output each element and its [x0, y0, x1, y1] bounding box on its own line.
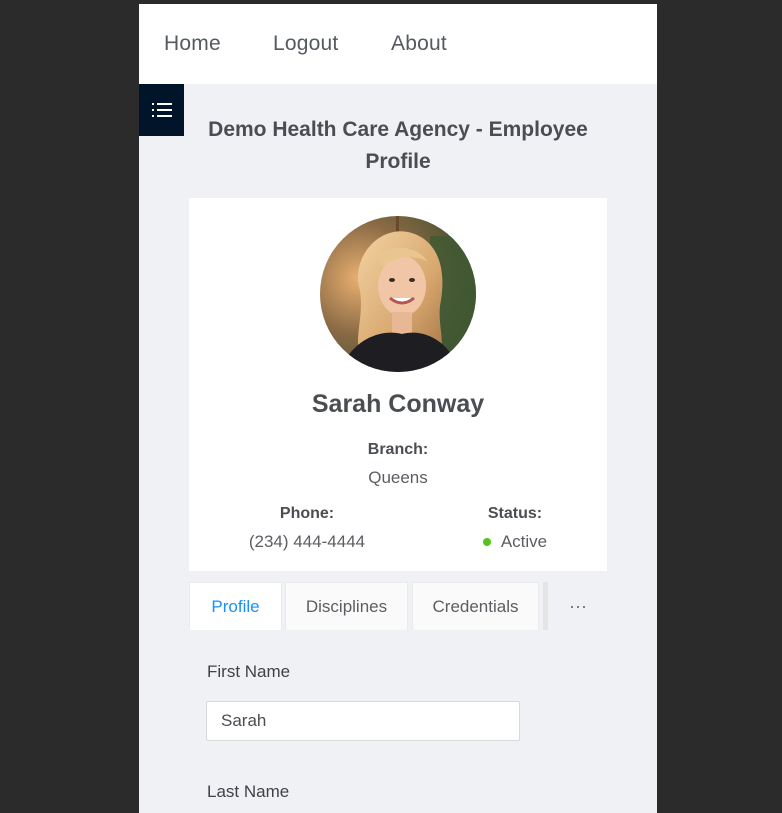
tab-scroll-edge [543, 582, 548, 630]
status-value: Active [500, 532, 548, 551]
status-dot-icon [482, 537, 491, 546]
avatar-photo [320, 216, 476, 372]
avatar [320, 216, 476, 372]
tab-disciplines[interactable]: Disciplines [285, 582, 408, 630]
status-label: Status: [487, 505, 543, 522]
first-name-input[interactable] [206, 701, 520, 741]
sidebar-toggle-button[interactable] [139, 84, 184, 136]
tab-credentials[interactable]: Credentials [412, 582, 539, 630]
first-name-label: First Name [207, 662, 291, 681]
branch-value: Queens [368, 468, 428, 487]
profile-tabs: Profile Disciplines Credentials ··· [189, 582, 607, 630]
menu-list-icon [151, 103, 172, 117]
nav-about-link[interactable]: About [391, 32, 447, 56]
phone-label: Phone: [279, 505, 335, 522]
tab-disciplines-label: Disciplines [305, 596, 388, 616]
nav-logout-link[interactable]: Logout [273, 32, 338, 56]
app-frame: Home Logout About Demo Health Care Agenc… [139, 4, 657, 813]
phone-value: (234) 444-4444 [248, 532, 366, 551]
tab-profile[interactable]: Profile [189, 582, 282, 630]
ellipsis-icon: ··· [569, 595, 587, 616]
profile-card: Sarah Conway Branch: Queens Phone: (234)… [189, 198, 607, 571]
more-tabs-button[interactable]: ··· [549, 582, 607, 630]
top-navigation: Home Logout About [139, 4, 657, 84]
employee-name: Sarah Conway [311, 390, 485, 418]
branch-label: Branch: [367, 441, 429, 458]
last-name-label: Last Name [207, 782, 290, 801]
tab-credentials-label: Credentials [432, 596, 519, 616]
page-title: Demo Health Care Agency - Employee Profi… [208, 118, 588, 173]
tab-profile-label: Profile [211, 596, 260, 616]
status-badge: Active [455, 532, 575, 552]
nav-home-link[interactable]: Home [164, 32, 221, 56]
